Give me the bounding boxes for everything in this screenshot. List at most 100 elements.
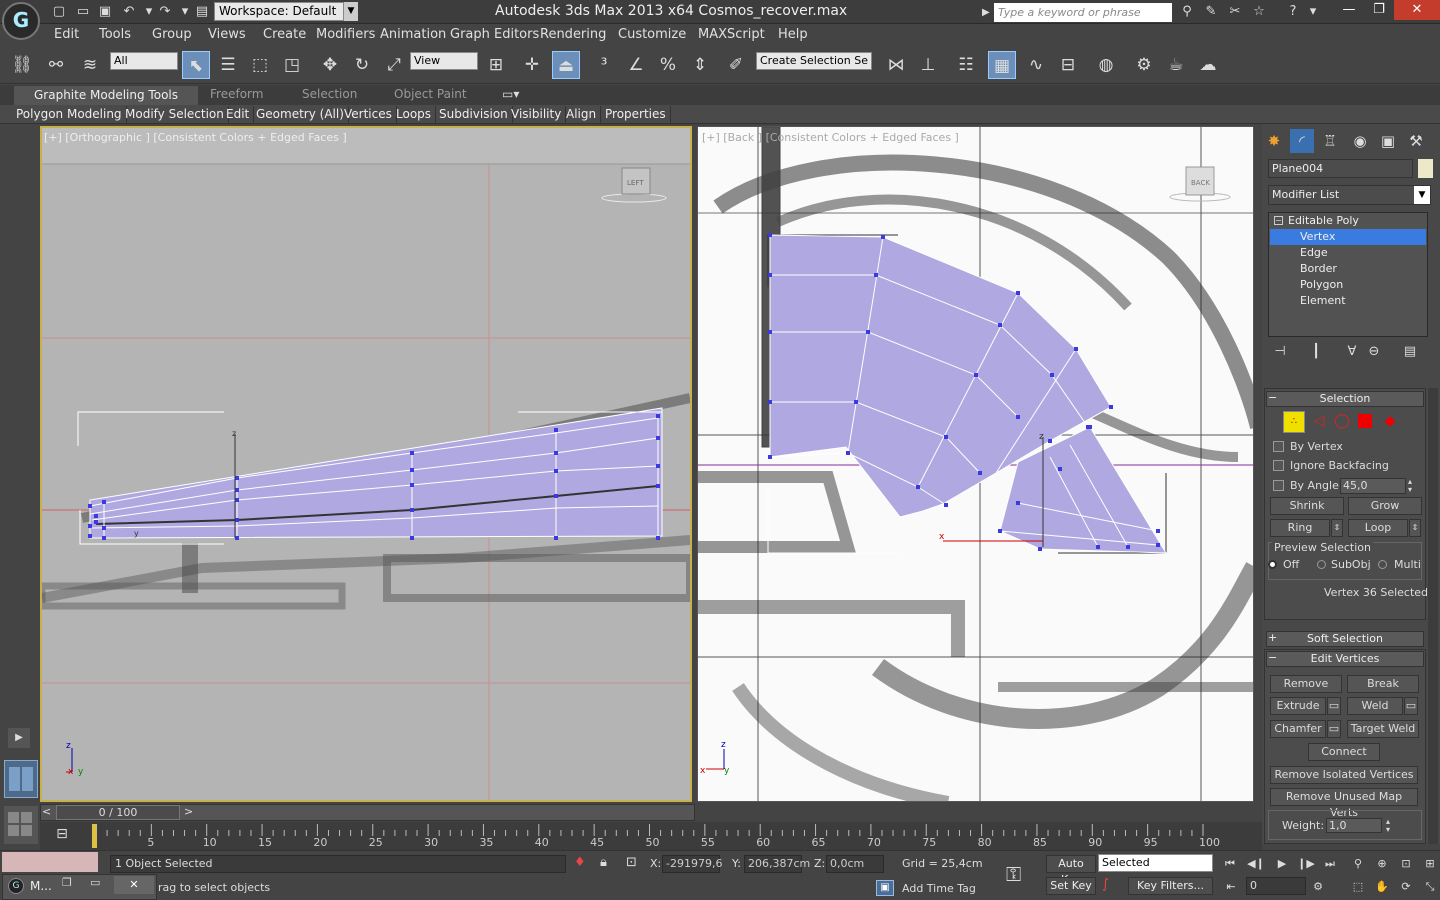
open-file-icon[interactable]: ▭ [74,3,92,21]
edge-mode-icon[interactable]: ◁ [1310,413,1328,431]
workspace-dropdown[interactable]: Workspace: Default [214,2,344,21]
tab-graphite-modeling-tools[interactable]: Graphite Modeling Tools [14,86,198,105]
collapse-icon[interactable]: − [1274,216,1283,225]
mini-curve-editor-icon[interactable]: ⊟ [52,826,72,846]
help-icon[interactable]: ? [1284,3,1302,21]
remove-modifier-icon[interactable]: ⊖ [1364,344,1384,362]
selection-filter-dropdown[interactable]: All [110,52,178,70]
percent-snap-icon[interactable]: % [654,51,682,79]
angle-snap-icon[interactable]: ∠ [622,51,650,79]
stack-edge[interactable]: Edge [1270,245,1426,261]
pan-view-icon[interactable]: ✋ [1372,879,1392,895]
soft-selection-expand-icon[interactable]: + [1268,631,1277,644]
curve-editor-icon[interactable]: ∿ [1022,51,1050,79]
weld-button[interactable]: Weld [1347,697,1403,715]
move-icon[interactable]: ✥ [316,51,344,79]
stack-border[interactable]: Border [1270,261,1426,277]
x-coord-field[interactable]: -291979,6 [662,855,722,873]
view-cube-left[interactable]: LEFT [601,167,667,203]
workspace-dropdown-arrow[interactable]: ▼ [344,2,358,21]
unlink-icon[interactable]: ⚯ [42,51,70,79]
selection-lock-icon[interactable]: 🔒︎ [600,855,607,870]
rendered-frame-icon[interactable]: ☕ [1162,51,1190,79]
chamfer-button[interactable]: Chamfer [1270,720,1326,738]
menu-maxscript[interactable]: MAXScript [698,27,765,42]
help-dropdown-icon[interactable]: ▾ [1304,3,1322,21]
by-angle-checkbox[interactable] [1273,480,1284,491]
material-editor-icon[interactable]: ◍ [1092,51,1120,79]
minimize-button[interactable]: — [1334,0,1364,20]
window-crossing-icon[interactable]: ◳ [278,51,306,79]
close-button[interactable]: ✕ [1394,0,1440,20]
layer-manager-icon[interactable]: ☷ [952,51,980,79]
angle-spinner[interactable]: 45,0 [1340,478,1406,494]
weld-settings-icon[interactable]: ▭ [1404,697,1418,715]
shrink-button[interactable]: Shrink [1270,497,1344,515]
key-mode-toggle-icon[interactable]: ⇤ [1221,879,1241,895]
z-coord-field[interactable]: 0,0cm [826,855,884,873]
auto-key-button[interactable]: Auto Key [1046,855,1096,886]
tab-freeform[interactable]: Freeform [210,87,263,101]
ignore-backfacing-checkbox[interactable] [1273,460,1284,471]
maximize-viewport-icon[interactable]: ⤡ [1420,879,1440,895]
y-coord-field[interactable]: 206,387cm [744,855,810,873]
rotate-icon[interactable]: ↻ [348,51,376,79]
go-to-end-icon[interactable]: ⏭ [1320,856,1340,872]
menu-edit[interactable]: Edit [54,27,79,42]
current-frame-field[interactable]: 0 [1246,877,1306,895]
selection-rollout-header[interactable]: Selection [1266,391,1424,407]
time-prev-icon[interactable]: < [42,805,51,818]
back-viewport-label[interactable]: [+] [Back ] [Consistent Colors + Edged F… [702,131,959,144]
set-key-mode-icon[interactable]: ⚿ [1006,862,1021,886]
pivot-center-icon[interactable]: ⊞ [482,51,510,79]
graphite-toggle-icon[interactable]: ▦ [988,51,1016,79]
save-icon[interactable]: ▣ [96,3,114,21]
viewport-layout-4-icon[interactable] [4,806,38,844]
minimize-small-icon[interactable]: ▭ [90,876,100,889]
next-frame-icon[interactable]: ❙▶ [1296,856,1316,872]
panel-visibility[interactable]: Visibility [507,106,567,123]
connect-button[interactable]: Connect [1308,743,1380,761]
scale-icon[interactable]: ⤢ [380,51,408,79]
expand-ribbon-icon[interactable]: ▶ [8,728,30,748]
key-selection-dropdown[interactable]: Selected [1098,854,1213,872]
zoom-all-icon[interactable]: ⊕ [1372,856,1392,872]
weight-spinner-arrows-icon[interactable]: ▴ ▾ [1386,818,1390,834]
edit-named-selection-icon[interactable]: ✐ [722,51,750,79]
panel-vertices[interactable]: Vertices [340,106,397,123]
time-configuration-icon[interactable]: ⚙ [1308,879,1328,895]
vertex-mode-icon[interactable]: ∴ [1283,411,1305,433]
panel-modify-selection[interactable]: Modify Selection [121,106,229,123]
spinner-snap-icon[interactable]: ⇕ [686,51,714,79]
chamfer-settings-icon[interactable]: ▭ [1327,720,1341,738]
menu-rendering[interactable]: Rendering [540,27,606,42]
menu-animation[interactable]: Animation [380,27,446,42]
stack-polygon[interactable]: Polygon [1270,277,1426,293]
rectangular-selection-icon[interactable]: ⬚ [246,51,274,79]
command-panel-scrollbar[interactable] [1428,388,1438,844]
weight-spinner[interactable]: 1,0 [1326,818,1382,833]
viewport-left-orthographic[interactable]: z y z x y LEFT [40,126,692,802]
redo-dropdown-icon[interactable]: ▾ [176,3,194,21]
keyboard-shortcut-override-icon[interactable]: ⏏ [552,51,580,79]
close-small-icon[interactable]: ✕ [114,876,154,894]
target-weld-button[interactable]: Target Weld [1347,720,1419,738]
reference-coord-dropdown[interactable]: View [410,52,478,70]
set-key-button[interactable]: Set Key [1046,877,1096,895]
panel-loops[interactable]: Loops [392,106,437,123]
preview-subobj-radio[interactable] [1317,560,1326,569]
remove-button[interactable]: Remove [1270,675,1342,693]
zoom-extents-all-icon[interactable]: ⊞ [1420,856,1440,872]
menu-customize[interactable]: Customize [618,27,686,42]
edit-vertices-collapse-icon[interactable]: − [1268,651,1277,664]
orbit-icon[interactable]: ⟳ [1396,879,1416,895]
restore-small-icon[interactable]: ❐ [62,876,72,889]
menu-modifiers[interactable]: Modifiers [316,27,375,42]
soft-selection-header[interactable]: Soft Selection [1266,631,1424,647]
extrude-button[interactable]: Extrude [1270,697,1326,715]
grow-button[interactable]: Grow [1348,497,1422,515]
loop-button[interactable]: Loop [1348,519,1408,537]
preview-off-radio[interactable] [1268,560,1277,569]
redo-icon[interactable]: ↷ [156,3,174,21]
new-file-icon[interactable]: ▢ [50,3,68,21]
